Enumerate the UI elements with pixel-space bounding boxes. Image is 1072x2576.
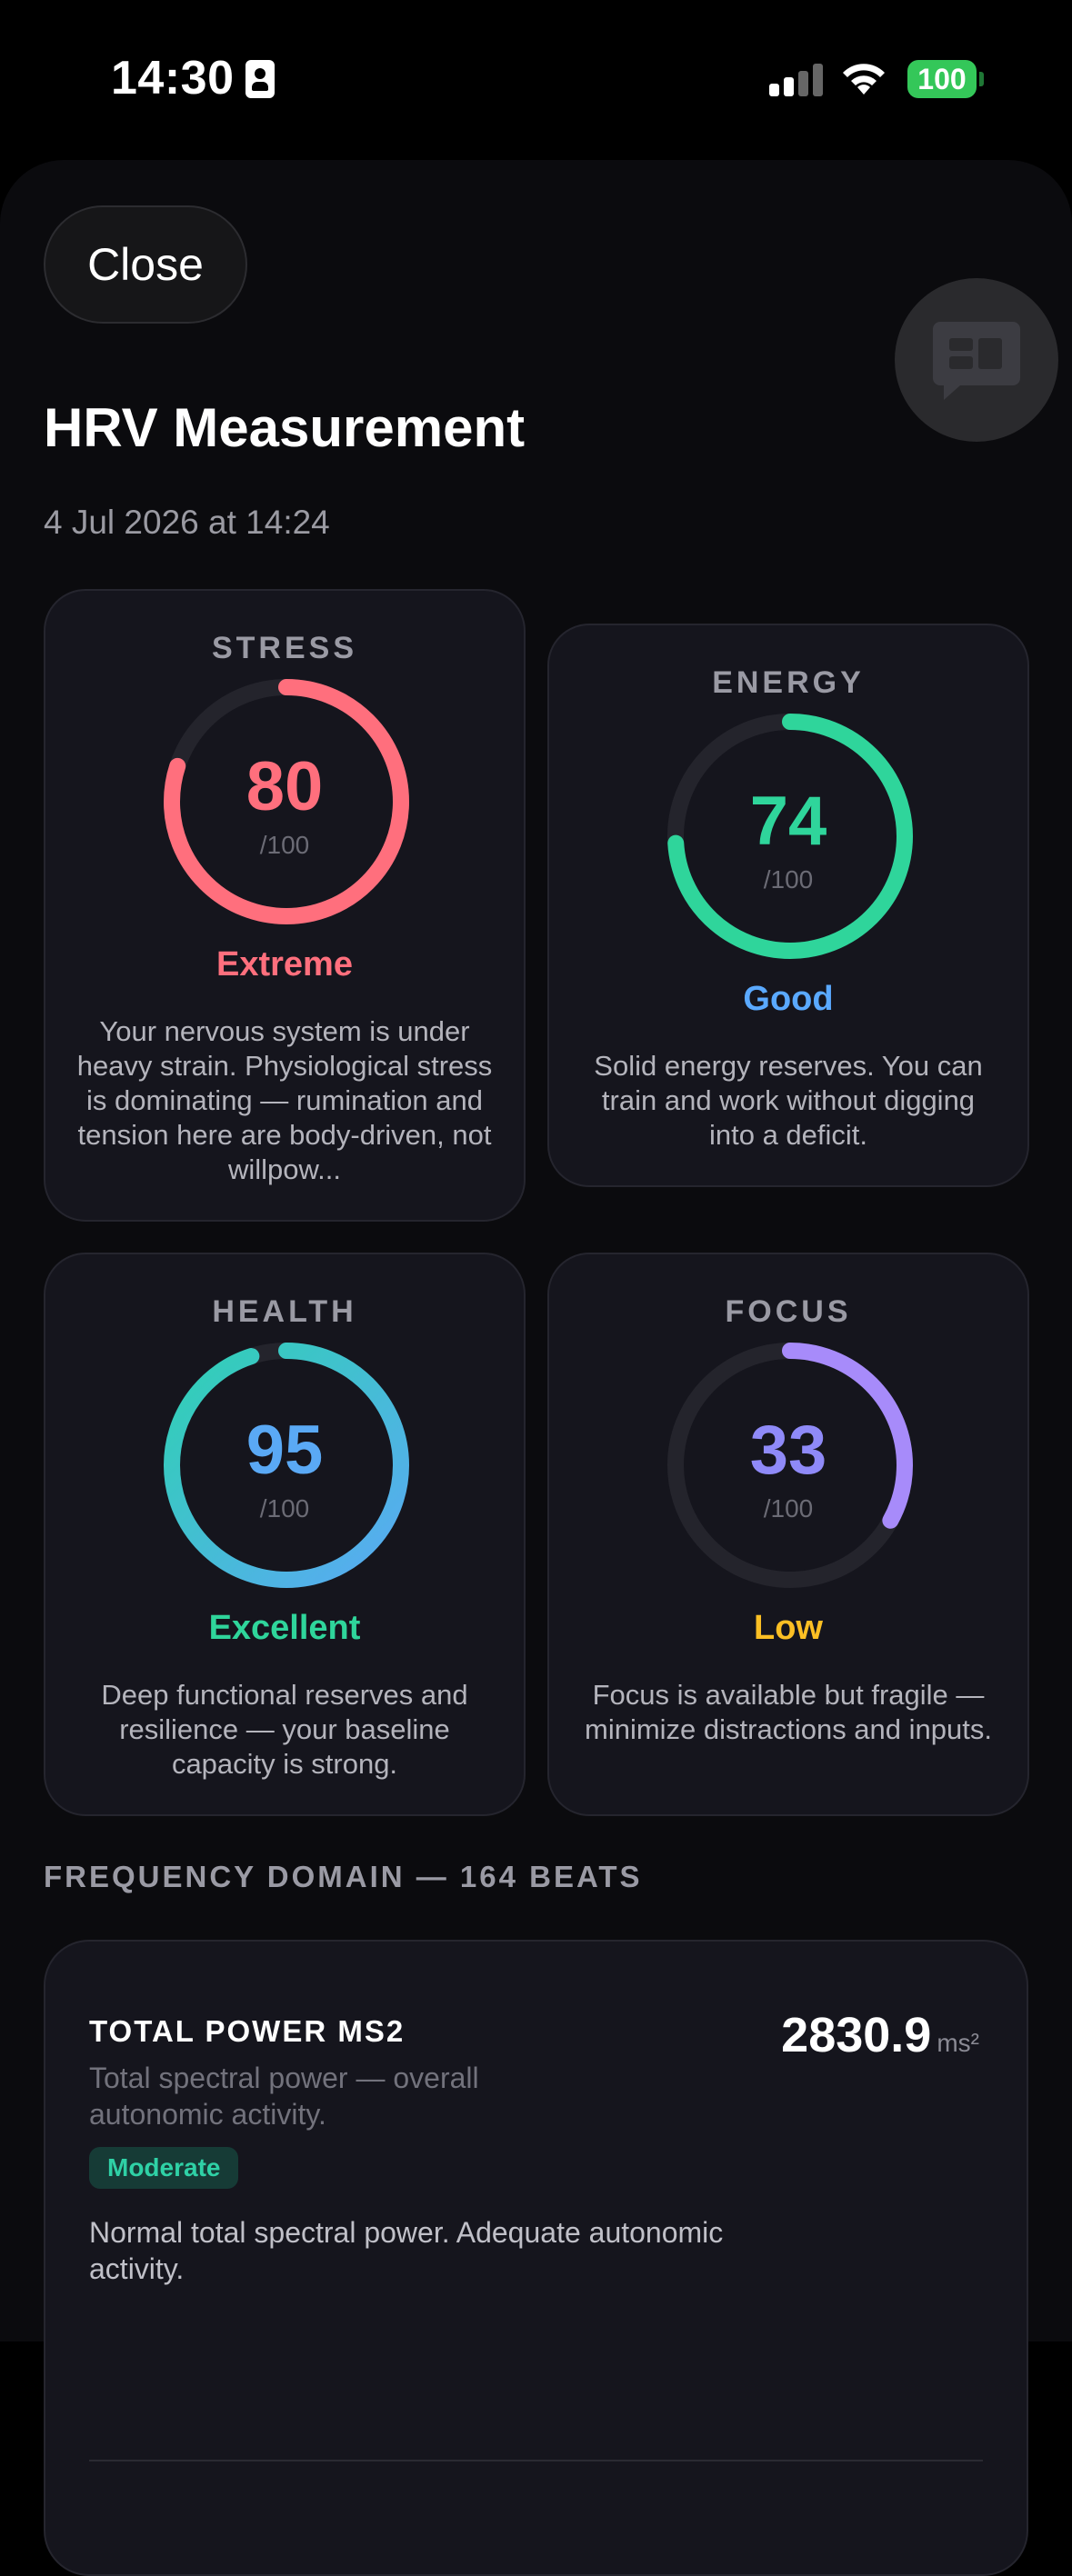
card-label: ENERGY	[712, 665, 865, 700]
status-bar: 14:30 100	[0, 0, 1072, 155]
energy-score: 74	[749, 783, 827, 860]
health-description: Deep functional reserves and resilience …	[101, 1679, 468, 1780]
frequency-section-header: FREQUENCY DOMAIN — 164 BEATS	[44, 1860, 643, 1893]
stress-description: Your nervous system is under heavy strai…	[76, 1015, 493, 1185]
stress-score-max: /100	[259, 831, 310, 859]
metric-name: TOTAL POWER MS2	[89, 2014, 406, 2048]
stress-level: Extreme	[216, 945, 353, 983]
battery-indicator: 100	[907, 60, 977, 98]
card-label: FOCUS	[725, 1294, 852, 1329]
metric-value: 2830.9 ms²	[781, 2007, 979, 2063]
energy-score-max: /100	[763, 865, 814, 894]
energy-level: Good	[743, 980, 834, 1018]
wifi-icon	[843, 64, 885, 95]
card-label: STRESS	[211, 631, 358, 665]
focus-description: Focus is available but fragile — minimiz…	[585, 1679, 992, 1745]
metric-value-number: 2830.9	[781, 2008, 932, 2062]
metric-hint: Total spectral power — overall autonomic…	[89, 2062, 479, 2131]
stress-score: 80	[245, 748, 324, 825]
close-button[interactable]: Close	[44, 205, 247, 324]
divider	[89, 2460, 983, 2461]
page-title: HRV Measurement	[44, 397, 526, 458]
card-label: HEALTH	[212, 1294, 357, 1329]
health-score: 95	[245, 1412, 324, 1489]
energy-card[interactable]: ENERGY 74 /100 Good Solid energy reserve…	[547, 624, 1029, 1187]
measurement-timestamp: 4 Jul 2026 at 14:24	[44, 504, 330, 541]
health-card[interactable]: HEALTH 95 /100 Excellent Deep functional…	[44, 1253, 526, 1816]
health-level: Excellent	[208, 1609, 361, 1647]
contact-badge-icon	[245, 60, 275, 98]
cellular-signal-icon	[769, 64, 824, 96]
focus-level: Low	[754, 1609, 823, 1647]
focus-card[interactable]: FOCUS 33 /100 Low Focus is available but…	[547, 1253, 1029, 1816]
status-time: 14:30	[111, 52, 235, 105]
health-score-max: /100	[259, 1494, 310, 1523]
focus-score: 33	[749, 1412, 827, 1489]
metric-status-badge: Moderate	[89, 2147, 239, 2189]
metric-unit: ms²	[937, 2029, 979, 2057]
measurement-sheet: Close HRV Measurement 4 Jul 2026 at 14:2…	[0, 160, 1072, 2576]
battery-nub	[979, 72, 984, 86]
focus-score-max: /100	[763, 1494, 814, 1523]
stress-card[interactable]: STRESS 80 /100 Extreme Your nervous syst…	[44, 589, 526, 1222]
total-power-card[interactable]: TOTAL POWER MS2 2830.9 ms² Total spectral…	[44, 1940, 1028, 2576]
energy-description: Solid energy reserves. You can train and…	[594, 1050, 983, 1151]
chat-bubble-icon	[933, 322, 1020, 400]
metric-note: Normal total spectral power. Adequate au…	[89, 2216, 724, 2285]
feedback-button[interactable]	[895, 278, 1058, 442]
